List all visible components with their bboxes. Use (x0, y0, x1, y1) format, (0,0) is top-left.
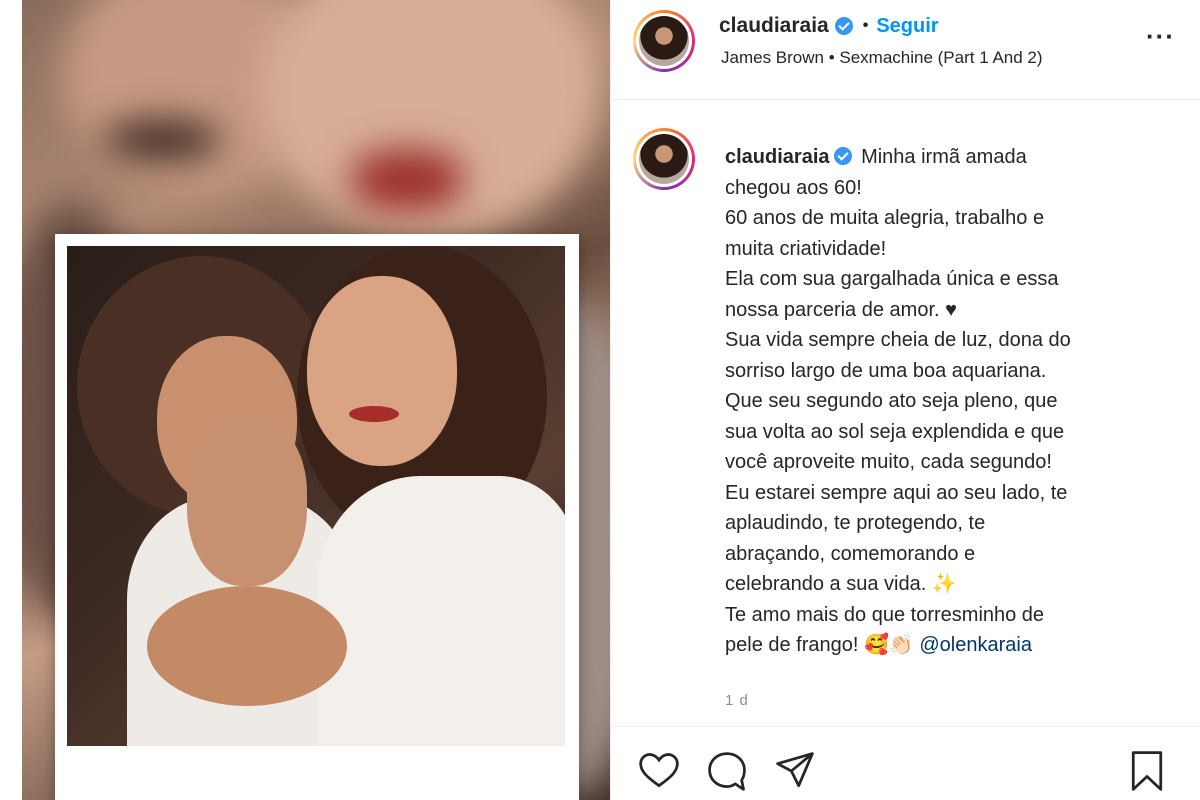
caption-line: Minha irmã amada (861, 146, 1027, 168)
caption-line: você aproveite muito, cada segundo! (725, 451, 1052, 473)
caption-line: abraçando, comemorando e (725, 542, 976, 565)
caption-line: sorriso largo de uma boa aquariana. (725, 359, 1047, 382)
caption-line: pele de frango! 🥰👏🏻 (725, 634, 920, 656)
caption-line: 60 anos de muita alegria, trabalho e (725, 207, 1045, 229)
caption-line: sua volta ao sol seja explendida e que (725, 420, 1065, 443)
post-media[interactable] (0, 0, 610, 800)
header-user-row: claudiaraia • Seguir (719, 14, 939, 38)
avatar[interactable] (633, 10, 695, 72)
music-link[interactable]: James Brown • Sexmachine (Part 1 And 2) (721, 48, 1043, 68)
caption-line: nossa parceria de amor. ♥ (725, 298, 957, 321)
more-options-icon[interactable]: ··· (1146, 23, 1175, 49)
mention-link[interactable]: @olenkaraia (919, 634, 1032, 656)
caption-line: celebrando a sua vida. ✨ (725, 573, 957, 595)
post-timestamp[interactable]: 1 d (725, 692, 749, 709)
heart-icon[interactable] (637, 749, 681, 793)
caption-line: Ela com sua gargalhada única e essa (725, 268, 1059, 290)
post-header: claudiaraia • Seguir James Brown • Sexma… (611, 0, 1200, 100)
post-sidebar: claudiaraia • Seguir James Brown • Sexma… (610, 0, 1200, 800)
caption-line: Sua vida sempre cheia de luz, dona do (725, 329, 1071, 351)
follow-button[interactable]: Seguir (876, 15, 938, 38)
action-bar (611, 726, 1200, 800)
caption-line: aplaudindo, te protegendo, te (725, 512, 986, 534)
caption-username-link[interactable]: claudiaraia (725, 146, 830, 168)
verified-icon (834, 17, 853, 35)
caption-line: Eu estarei sempre aqui ao seu lado, te (725, 481, 1068, 504)
comment-icon[interactable] (705, 749, 749, 793)
caption-line: muita criatividade! (725, 237, 887, 260)
username-link[interactable]: claudiaraia (719, 14, 829, 38)
post-photo (67, 246, 565, 746)
caption-text: claudiaraia Minha irmã amada chegou aos … (725, 142, 1135, 661)
caption-line: chegou aos 60! (725, 176, 862, 199)
polaroid-frame (55, 234, 579, 800)
caption-line: Que seu segundo ato seja pleno, que (725, 390, 1058, 412)
caption-line: Te amo mais do que torresminho de (725, 603, 1045, 626)
share-icon[interactable] (773, 749, 817, 793)
caption-avatar[interactable] (633, 128, 695, 190)
bookmark-icon[interactable] (1125, 749, 1169, 793)
verified-icon (833, 147, 852, 165)
separator: • (862, 17, 869, 34)
